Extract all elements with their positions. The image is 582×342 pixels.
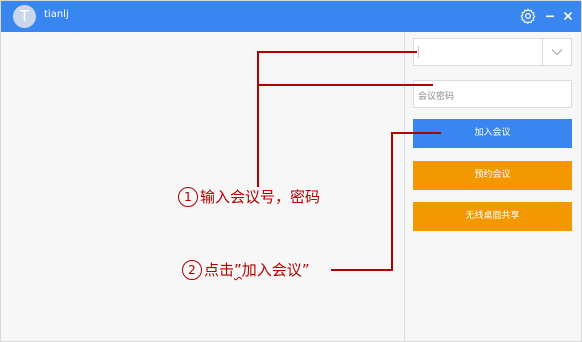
annotation-line [257,51,259,187]
avatar[interactable]: T [13,5,36,28]
annotation-quoted: 加入会议 [241,261,302,279]
meeting-number-input[interactable] [420,44,538,60]
annotation-step2: 2 点击”加入会议” [182,259,310,280]
annotation-line [257,51,417,53]
title-bar: T tianlj [1,1,581,32]
annotation-step1: 1 输入会议号，密码 [178,186,320,207]
annotation-line [257,84,433,86]
chevron-down-icon [551,49,563,56]
username-label: tianlj [44,9,69,20]
close-icon[interactable] [561,7,575,25]
app-window: T tianlj 会议密码 加入会议 预约会议 无线桌面共享 1 输入会议号，密… [0,0,582,342]
annotation-text: 输入会议号，密码 [200,188,321,206]
minimize-icon[interactable] [543,7,557,25]
annotation-open-quote: ” [234,261,242,279]
annotation-line [391,132,393,271]
annotation-line [331,269,393,271]
step-number: 1 [178,187,198,207]
annotation-close-quote: ” [301,261,310,279]
reserve-meeting-button[interactable]: 预约会议 [413,161,572,190]
password-placeholder: 会议密码 [418,92,455,102]
annotation-line [391,132,441,134]
step-number: 2 [182,260,202,280]
password-field[interactable]: 会议密码 [413,80,572,108]
wireless-desktop-share-button[interactable]: 无线桌面共享 [413,202,572,231]
gear-icon[interactable] [519,7,537,25]
annotation-prefix: 点击 [204,261,235,279]
meeting-number-combobox[interactable] [413,38,572,66]
text-cursor [418,46,419,58]
dropdown-toggle[interactable] [542,39,571,65]
